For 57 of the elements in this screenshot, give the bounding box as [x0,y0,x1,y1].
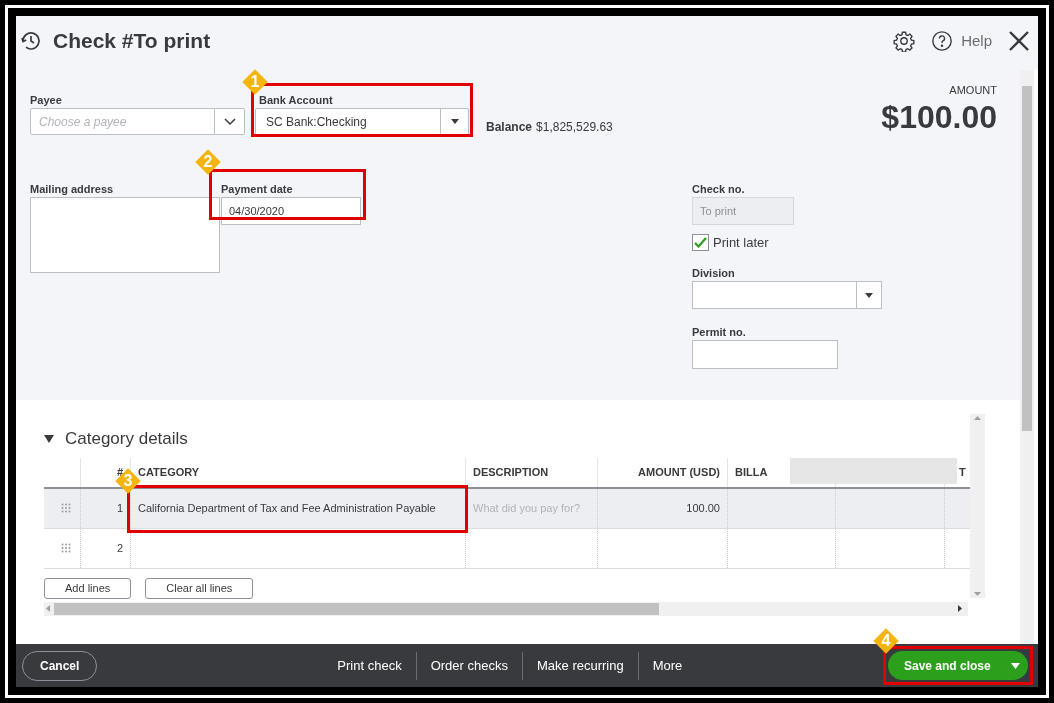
field-label: Bank Account [258,93,334,108]
field-label: Mailing address [30,181,115,197]
drag-handle-icon[interactable] [60,543,71,553]
account-dropdown[interactable]: SC Bank:Checking [255,108,469,135]
field-label: Payee [30,93,63,108]
field-label: Check no. [692,181,746,197]
table-cell-text: 100.00 [686,500,720,516]
field-label: Permit no. [692,325,747,340]
amount-label: AMOUNT [949,83,997,98]
help-icon[interactable] [931,30,954,52]
table-row[interactable]: 2 [44,528,970,569]
down-arrow-icon[interactable] [974,591,981,596]
column-header: AMOUNT (USD) [597,457,727,487]
field-label: Payment date [221,181,294,197]
footer-action[interactable]: Make recurring [523,655,638,676]
step-number: 2 [203,153,213,170]
checkbox[interactable] [692,233,709,251]
triangle-icon[interactable] [44,433,54,444]
scrollbar[interactable] [1020,70,1034,644]
scrollbar[interactable] [44,601,968,616]
footer-action[interactable]: Print check [323,655,416,676]
permit-field[interactable] [692,340,838,369]
settings-icon[interactable] [893,30,916,52]
scrollbar-thumb[interactable] [1022,86,1032,431]
scrollbar[interactable] [970,413,985,598]
footer-action[interactable]: Order checks [416,655,522,676]
chevron-down-icon[interactable] [223,117,236,126]
payee-field[interactable]: Choose a payee [30,108,215,135]
column-header: DESCRIPTION [465,457,597,487]
left-arrow-icon[interactable] [46,605,50,612]
scrollbar-thumb[interactable] [54,602,659,615]
table-button[interactable]: Clear all lines [145,577,254,599]
help-button[interactable]: Help [931,29,992,53]
step-number: 3 [123,472,133,489]
row-number: 1 [116,500,123,516]
right-arrow-icon[interactable] [958,605,962,612]
history-icon[interactable] [19,29,43,53]
address-field[interactable] [30,196,220,273]
balance-value: $1,825,529.63 [536,119,613,136]
field-label: Division [692,266,736,281]
up-arrow-icon[interactable] [974,415,981,420]
window-title: Check #To print [53,28,211,55]
checkbox-label: Print later [713,233,769,252]
drag-handle-icon[interactable] [60,503,71,513]
caret-icon[interactable] [865,292,873,298]
date-field[interactable]: 04/30/2020 [221,196,361,225]
balance-label: Balance [486,119,533,136]
caret-icon[interactable] [450,119,459,124]
amount-value: $100.00 [881,97,997,137]
table-cell-text: California Department of Tax and Fee Administration Payable [138,500,436,516]
step-number: 1 [250,74,260,90]
step-number: 4 [881,633,891,649]
row-number: 2 [116,540,123,556]
table-button[interactable]: Add lines [44,577,132,599]
section-toggle[interactable]: Category details [44,426,188,452]
footer-action[interactable]: More [638,655,697,676]
close-icon[interactable] [1008,30,1030,52]
